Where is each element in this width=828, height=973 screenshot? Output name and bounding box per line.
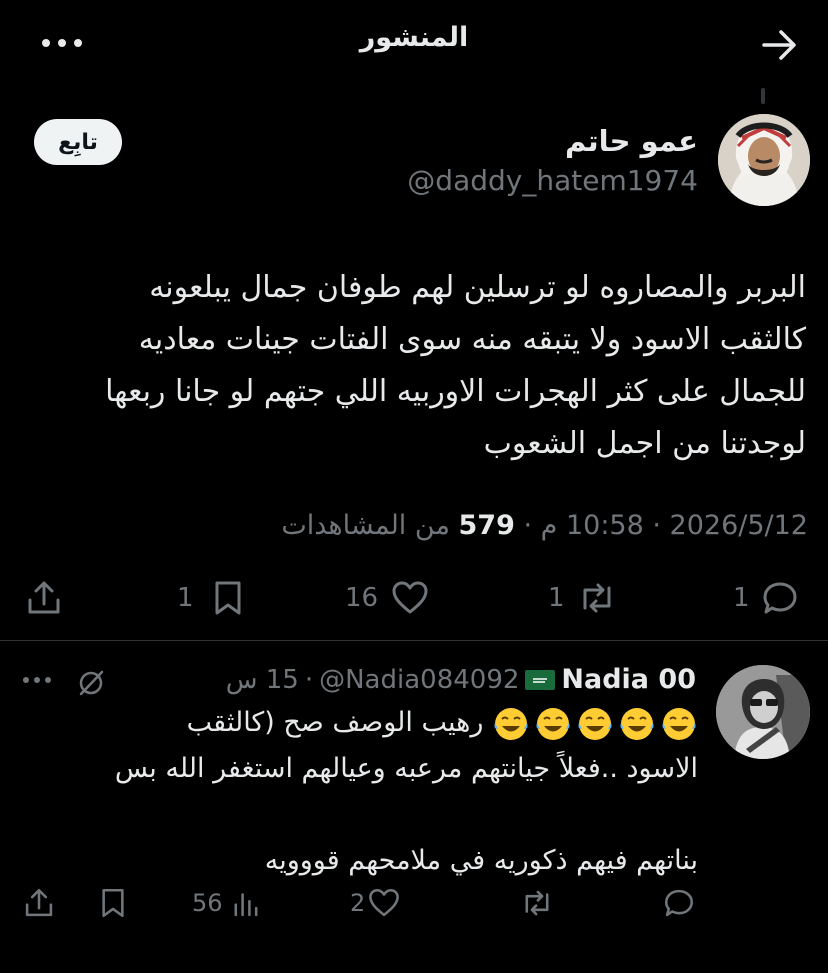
reply-text-line1: رهيب الوصف صح (كالثقب	[186, 707, 484, 738]
post-line: لوجدتنا من اجمل الشعوب	[483, 426, 806, 461]
back-arrow-icon[interactable]	[760, 26, 800, 64]
emoji-group	[492, 705, 698, 743]
reply-avatar[interactable]	[716, 665, 810, 759]
top-bar: المنشور	[0, 0, 828, 90]
share-icon	[28, 581, 60, 614]
reply-author-name[interactable]: Nadia 00	[561, 664, 696, 695]
bookmark-action[interactable]: 1	[177, 578, 248, 618]
reply-action[interactable]: 1	[733, 578, 800, 618]
reply-spacer	[18, 792, 698, 838]
reply-body: رهيب الوصف صح (كالثقب الاسود ..فعلاً جيا…	[18, 700, 698, 884]
author-avatar[interactable]	[718, 114, 810, 206]
thread-connector-line	[761, 88, 765, 104]
grok-icon[interactable]	[74, 666, 108, 700]
follow-button[interactable]: تابِع	[34, 119, 122, 165]
divider	[0, 640, 828, 641]
views-label: من المشاهدات	[281, 510, 450, 541]
saudi-flag-icon	[525, 669, 556, 690]
post-line: للجمال على كثر الهجرات الاوربيه اللي جته…	[105, 374, 806, 409]
speech-bubble-icon	[664, 889, 694, 917]
face-with-tears-of-joy-emoji	[620, 707, 654, 740]
reply-time: 15 س	[225, 664, 299, 695]
reply-line: رهيب الوصف صح (كالثقب	[18, 700, 698, 746]
like-count: 16	[345, 583, 379, 613]
face-with-tears-of-joy-emoji	[578, 707, 612, 740]
reply-like-action[interactable]: 2	[350, 886, 401, 920]
post-metadata: 2026/5/12 · 10:58 م · 579 من المشاهدات	[281, 510, 808, 541]
face-with-tears-of-joy-emoji	[494, 707, 528, 740]
repost-icon	[583, 583, 611, 613]
page-title: المنشور	[359, 22, 469, 53]
author-name[interactable]: عمو حاتم	[565, 124, 698, 158]
reply-views-count: 56	[192, 889, 223, 917]
meta-separator: ·	[514, 510, 533, 541]
face-with-tears-of-joy-emoji	[662, 707, 696, 740]
repost-action[interactable]: 1	[548, 578, 617, 618]
post-line: كالثقب الاسود ولا يتبقه منه سوى الفتات ج…	[138, 322, 806, 357]
reply-bookmark-action[interactable]	[96, 886, 130, 920]
reply-handle[interactable]: @Nadia084092	[319, 665, 519, 695]
speech-bubble-icon	[763, 582, 797, 614]
bookmark-count: 1	[177, 583, 194, 613]
meta-separator: ·	[304, 664, 314, 695]
post-time: 10:58 م	[540, 510, 644, 541]
views-count[interactable]: 579	[459, 510, 515, 541]
reply-count: 1	[733, 583, 750, 613]
post-line: البربر والمصاروه لو ترسلين لهم طوفان جما…	[149, 270, 806, 305]
reply-header: Nadia 00 @Nadia084092 · 15 س	[226, 664, 696, 695]
author-handle[interactable]: @daddy_hatem1974	[407, 164, 698, 197]
reply-more-icon[interactable]	[20, 668, 54, 692]
reply-line: الاسود ..فعلاً جيانتهم مرعبه وعيالهم است…	[114, 753, 698, 784]
post-date: 2026/5/12	[669, 510, 808, 541]
heart-icon	[392, 581, 428, 614]
share-icon	[25, 888, 53, 917]
heart-icon	[369, 888, 400, 917]
meta-separator: ·	[643, 510, 661, 541]
like-action[interactable]: 16	[345, 578, 430, 618]
reply-like-count: 2	[350, 889, 366, 917]
post-body: البربر والمصاروه لو ترسلين لهم طوفان جما…	[26, 262, 806, 470]
repost-icon	[525, 890, 549, 916]
face-with-tears-of-joy-emoji	[536, 707, 570, 740]
bar-chart-icon	[234, 893, 258, 917]
repost-count: 1	[548, 583, 565, 613]
reply-share-action[interactable]	[22, 886, 56, 920]
reply-reply-action[interactable]	[662, 886, 696, 920]
bookmark-icon	[102, 888, 124, 918]
bookmark-icon	[215, 581, 241, 615]
reply-line: بناتهم فيهم ذكوريه في ملامحهم قووويه	[264, 845, 698, 876]
reply-views-action[interactable]: 56	[192, 886, 263, 920]
share-action[interactable]	[24, 578, 64, 618]
reply-repost-action[interactable]	[520, 886, 554, 920]
